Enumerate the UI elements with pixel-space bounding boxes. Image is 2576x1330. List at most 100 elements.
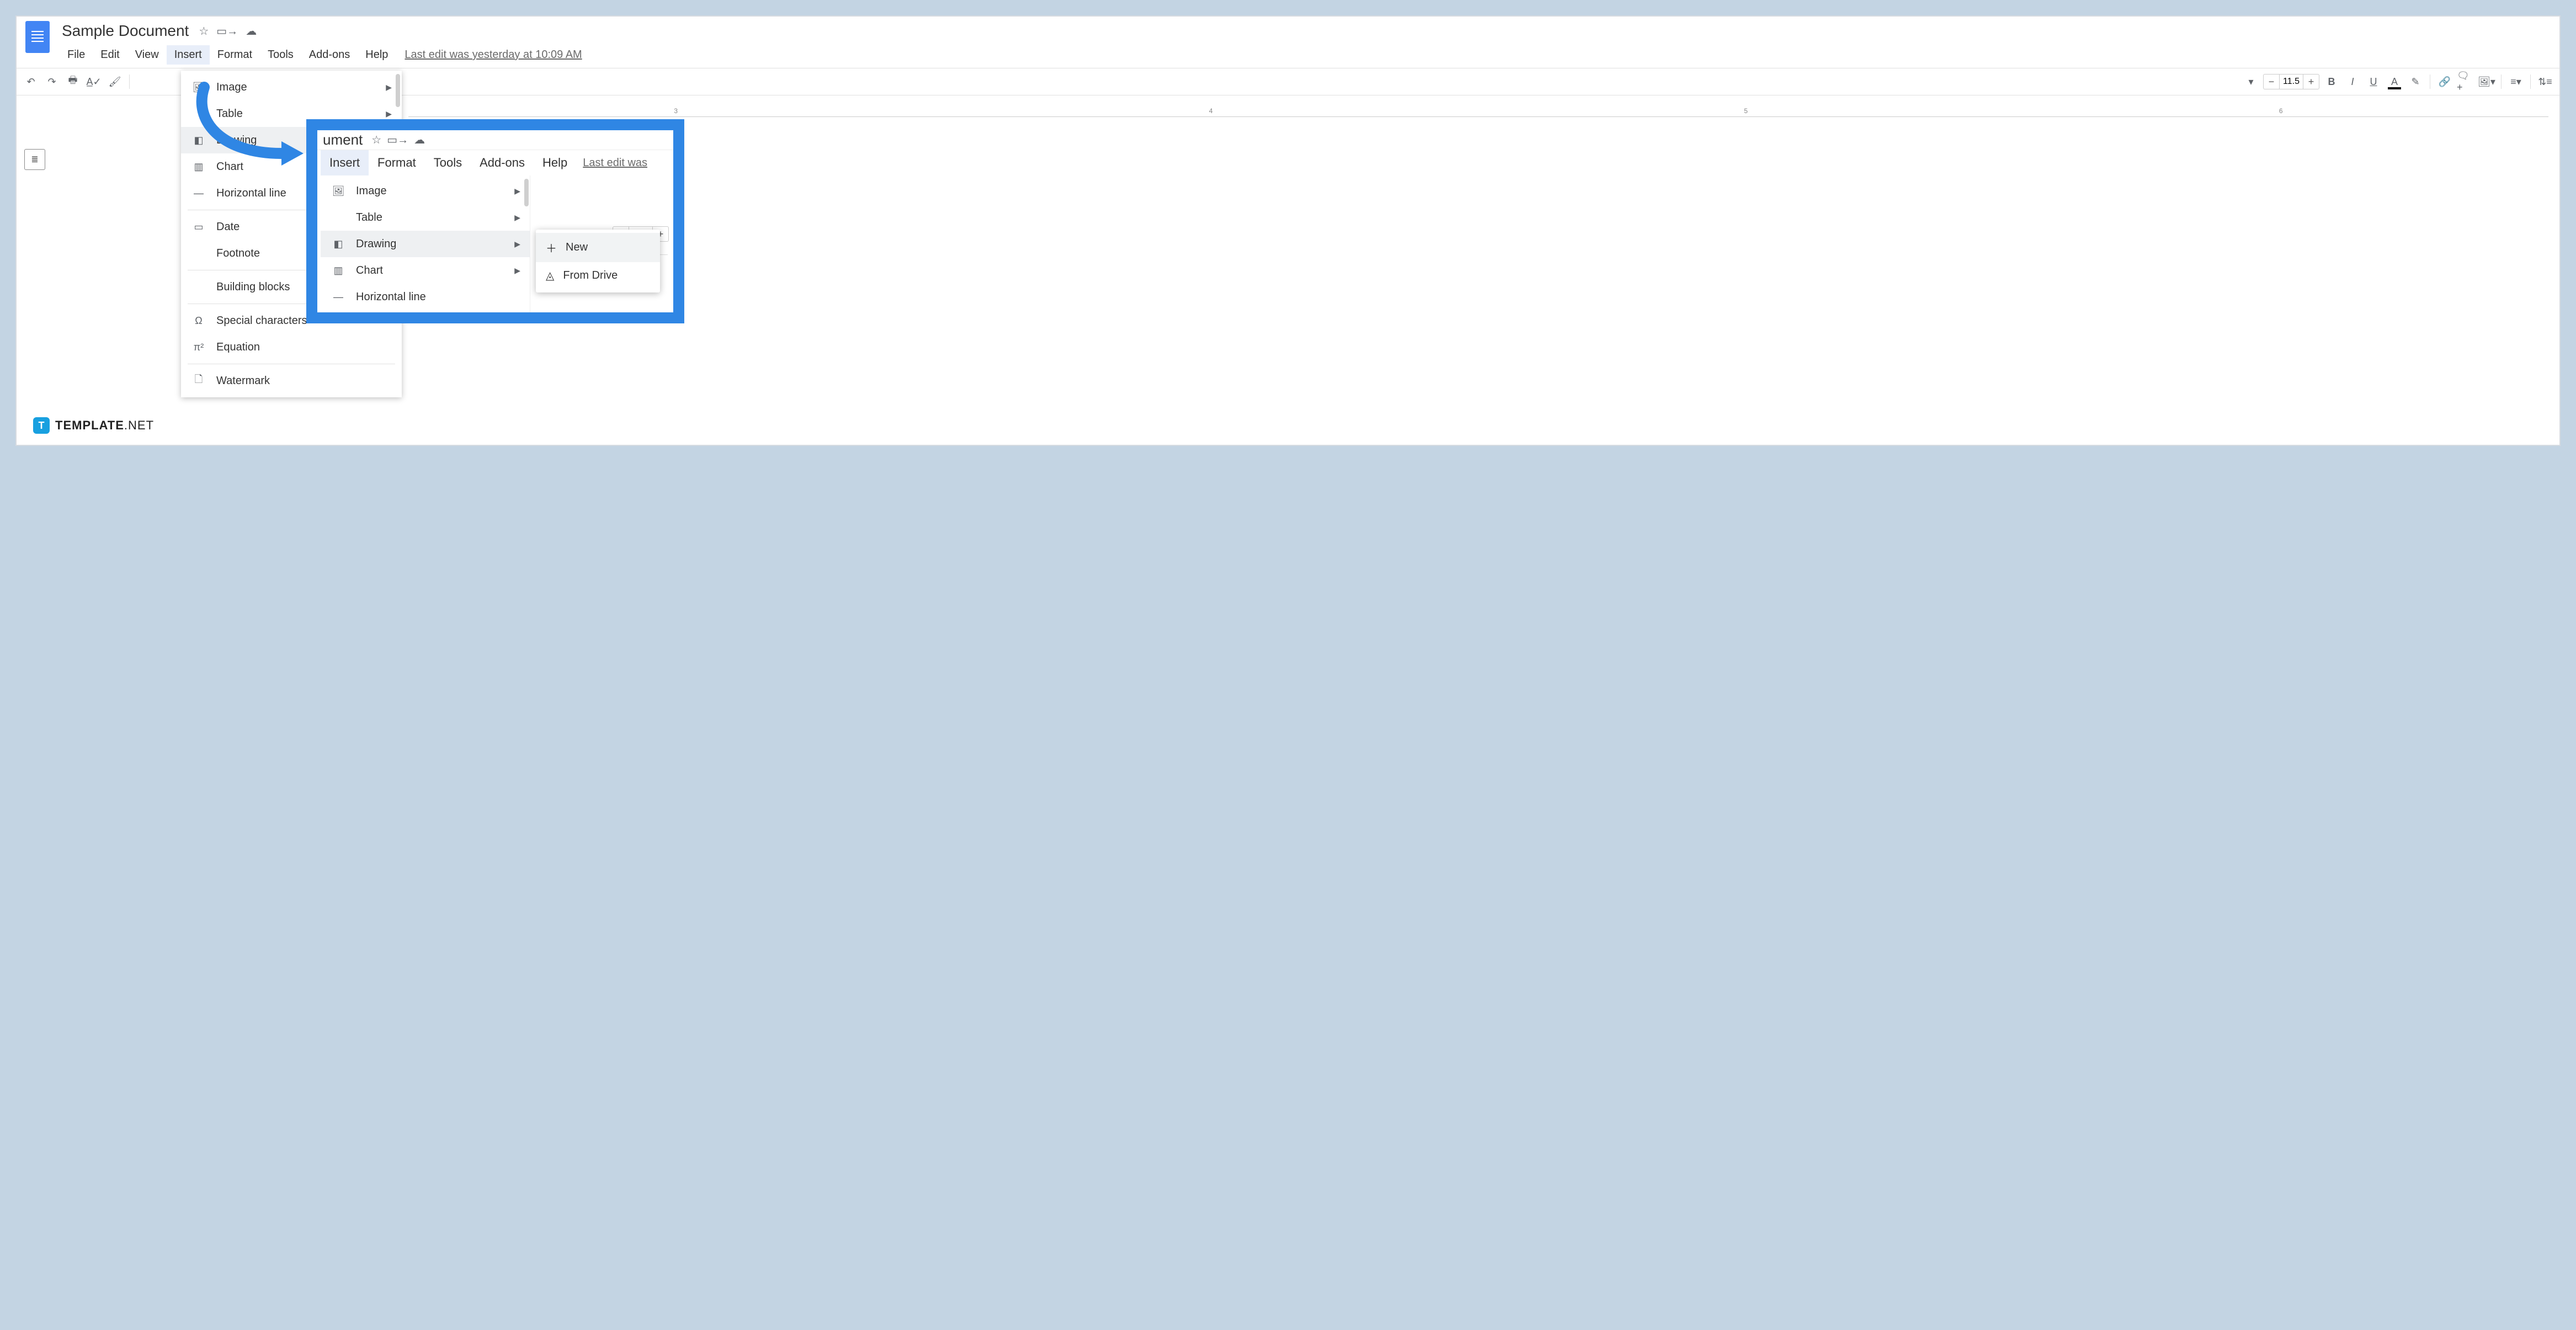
- menu-tools[interactable]: Tools: [260, 45, 301, 65]
- submenu-arrow-icon: ▶: [514, 187, 520, 196]
- ruler: 3 4 5 6: [408, 105, 2548, 117]
- highlight-icon[interactable]: ✎: [2407, 73, 2424, 91]
- cloud-status-icon[interactable]: ☁: [246, 24, 257, 38]
- inset-insert-horizontal-line[interactable]: — Horizontal line: [321, 284, 530, 310]
- inset-last-edit-link[interactable]: Last edit was: [583, 157, 647, 169]
- inset-zoom-panel: ument ☆ ▭→ ☁ Insert Format Tools Add-ons…: [306, 119, 684, 323]
- paint-format-icon[interactable]: 🖌: [106, 73, 124, 91]
- move-folder-icon[interactable]: ▭→: [387, 133, 408, 147]
- watermark-text: TEMPLATE.NET: [55, 418, 154, 433]
- drawing-icon: ◧: [331, 237, 346, 251]
- inset-title-fragment: ument: [323, 131, 363, 148]
- menu-label: Image: [356, 185, 387, 198]
- drawing-submenu: ＋ New ◬ From Drive: [536, 230, 660, 292]
- menu-format[interactable]: Format: [210, 45, 260, 65]
- menu-label: Building blocks: [216, 281, 290, 294]
- inset-menubar: Insert Format Tools Add-ons Help Last ed…: [317, 150, 673, 175]
- menu-edit[interactable]: Edit: [93, 45, 127, 65]
- screenshot-frame: Sample Document ☆ ▭→ ☁ File Edit View In…: [15, 15, 2561, 446]
- toolbar-separator: [129, 75, 130, 89]
- table-icon: [331, 211, 346, 224]
- menu-label: Date: [216, 221, 239, 233]
- undo-icon[interactable]: ↶: [22, 73, 40, 91]
- annotation-arrow-icon: [188, 82, 309, 175]
- inset-insert-chart[interactable]: ▥ Chart ▶: [321, 257, 530, 284]
- star-icon[interactable]: ☆: [199, 24, 209, 38]
- align-icon[interactable]: ≡▾: [2507, 73, 2525, 91]
- menu-label: Drawing: [356, 238, 396, 251]
- menu-label: Special characters: [216, 315, 307, 327]
- menu-label: Watermark: [216, 375, 270, 387]
- menu-label: Equation: [216, 341, 260, 354]
- submenu-arrow-icon: ▶: [386, 83, 392, 92]
- menu-label: From Drive: [563, 269, 618, 282]
- menu-label: Horizontal line: [216, 187, 286, 200]
- omega-icon: Ω: [191, 314, 206, 327]
- menu-label: Table: [356, 211, 382, 224]
- menu-addons[interactable]: Add-ons: [301, 45, 358, 65]
- text-color-icon[interactable]: A: [2386, 73, 2403, 91]
- horizontal-line-icon: —: [191, 187, 206, 200]
- blocks-icon: [191, 280, 206, 294]
- inset-insert-drawing[interactable]: ◧ Drawing ▶: [321, 231, 530, 257]
- inset-menu-tools[interactable]: Tools: [425, 150, 471, 175]
- inset-insert-table[interactable]: Table ▶: [321, 204, 530, 231]
- menu-label: New: [566, 241, 588, 254]
- star-icon[interactable]: ☆: [371, 133, 381, 147]
- ruler-tick: 5: [1744, 107, 1748, 115]
- redo-icon[interactable]: ↷: [43, 73, 61, 91]
- inset-menu-insert[interactable]: Insert: [321, 150, 369, 175]
- template-net-watermark: T TEMPLATE.NET: [33, 417, 154, 434]
- inset-menu-format[interactable]: Format: [369, 150, 425, 175]
- drawing-from-drive[interactable]: ◬ From Drive: [536, 262, 660, 289]
- spellcheck-icon[interactable]: A̲✓: [85, 73, 103, 91]
- add-comment-icon[interactable]: 🗨+: [2457, 73, 2474, 91]
- submenu-arrow-icon: ▶: [386, 109, 392, 119]
- ruler-tick: 3: [674, 107, 678, 115]
- font-size-control: − 11.5 +: [2263, 74, 2319, 89]
- ruler-tick: 6: [2279, 107, 2283, 115]
- insert-image-icon[interactable]: 🖼▾: [2478, 73, 2495, 91]
- print-icon[interactable]: 🖶: [64, 73, 82, 91]
- font-dropdown-icon[interactable]: ▾: [2242, 73, 2260, 91]
- menu-label: Horizontal line: [356, 291, 426, 304]
- inset-menu-addons[interactable]: Add-ons: [471, 150, 534, 175]
- insert-link-icon[interactable]: 🔗: [2436, 73, 2453, 91]
- submenu-arrow-icon: ▶: [514, 213, 520, 222]
- inset-menu-help[interactable]: Help: [534, 150, 576, 175]
- line-spacing-icon[interactable]: ⇅≡: [2536, 73, 2554, 91]
- menu-label: Chart: [356, 264, 383, 277]
- watermark-badge-icon: T: [33, 417, 50, 434]
- underline-icon[interactable]: U: [2365, 73, 2382, 91]
- menu-insert[interactable]: Insert: [167, 45, 210, 65]
- menu-label: Footnote: [216, 247, 260, 260]
- document-outline-icon[interactable]: ≣: [24, 149, 45, 170]
- chart-icon: ▥: [331, 264, 346, 277]
- inset-insert-image[interactable]: 🖼Image▶: [321, 178, 530, 204]
- google-docs-logo-icon[interactable]: [25, 21, 50, 53]
- submenu-arrow-icon: ▶: [514, 266, 520, 275]
- move-folder-icon[interactable]: ▭→: [216, 24, 238, 38]
- menu-view[interactable]: View: [127, 45, 167, 65]
- drawing-new[interactable]: ＋ New: [536, 233, 660, 262]
- insert-watermark[interactable]: 🗋Watermark: [181, 368, 402, 394]
- font-size-value[interactable]: 11.5: [2279, 75, 2303, 89]
- header: Sample Document ☆ ▭→ ☁ File Edit View In…: [17, 17, 2559, 65]
- cloud-status-icon[interactable]: ☁: [414, 133, 425, 147]
- insert-equation[interactable]: π² Equation: [181, 334, 402, 360]
- italic-icon[interactable]: I: [2344, 73, 2361, 91]
- footnote-icon: [191, 247, 206, 260]
- menu-help[interactable]: Help: [358, 45, 396, 65]
- font-size-decrease[interactable]: −: [2264, 76, 2279, 88]
- submenu-arrow-icon: ▶: [514, 240, 520, 249]
- menu-file[interactable]: File: [60, 45, 93, 65]
- drive-icon: ◬: [546, 269, 554, 283]
- horizontal-line-icon: —: [331, 290, 346, 304]
- font-size-increase[interactable]: +: [2303, 76, 2319, 88]
- pi-icon: π²: [191, 341, 206, 354]
- last-edit-link[interactable]: Last edit was yesterday at 10:09 AM: [405, 49, 582, 61]
- inset-insert-dropdown: 🖼Image▶ Table▶ ◧Drawing▶ ▥Chart▶ —Horizo…: [321, 175, 530, 312]
- plus-icon: ＋: [546, 240, 557, 256]
- document-title[interactable]: Sample Document: [60, 21, 191, 41]
- bold-icon[interactable]: B: [2323, 73, 2340, 91]
